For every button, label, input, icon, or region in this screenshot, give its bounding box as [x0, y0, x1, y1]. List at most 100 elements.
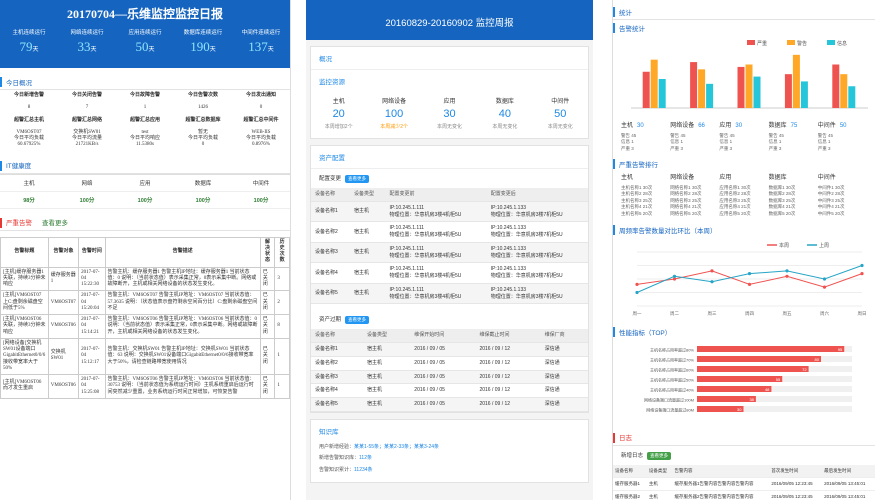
alert-col-header: 解决状态 [259, 236, 276, 268]
rank-column: 网络设备 网络名称1 30次 网络名称2 28次 网络名称3 25次 网络名称4 21次… [670, 174, 719, 217]
table-row[interactable]: 设备名称3 宿主机 2016 / 09 / 05 2016 / 09 / 12 深信通 [311, 370, 588, 385]
today-cell: 1426 [198, 105, 208, 111]
table-cell: 2016 / 09 / 12 [475, 356, 541, 371]
health-header: 网络 [58, 175, 116, 192]
kb-value[interactable]: 11234条 [354, 467, 373, 473]
table-cell: 宿主机 [362, 342, 411, 357]
table-row[interactable]: 设备名称1 宿主机 IP:10.245.1.111 物理位置：华意机房3楼4机柜5U… [311, 201, 588, 223]
today-cell: 超警汇总主机 [13, 117, 44, 123]
uptime-kpis: 主机连续运行 79天 网络连续运行 33天 应用连续运行 50天 数据库连续运行 190天 中间… [0, 28, 290, 55]
resource-count: 30 [443, 108, 456, 120]
table-cell: 缓存服务器1 [613, 477, 647, 491]
today-cell: 7 [85, 105, 89, 111]
alert-col-header: 告警标题 [0, 236, 49, 268]
rank-item[interactable]: 主机名称5 20次 [621, 211, 670, 218]
table-cell: 深信通 [540, 342, 588, 357]
kpi-label: 主机连续运行 [12, 30, 46, 36]
asset-title: 资产配置 [311, 146, 588, 169]
alert-row[interactable]: [网络设备]交换机SW01设备端口GigabitEthernet0/0/6接收带… [0, 337, 290, 376]
table-row[interactable]: 缓存服务器2 主机 缓存服务器2告警内容告警内容告警内容 2016/09/05 12:… [613, 490, 875, 500]
alert-row[interactable]: [主机]VM6OST07上C:盘剩余磁盘空间低于5% VM6OST07 2017-0… [0, 290, 290, 315]
bar [737, 66, 745, 108]
table-row[interactable]: 设备名称3 宿主机 IP:10.245.1.111 物理位置：华意机房3楼4机柜5U… [311, 242, 588, 264]
table-cell: IP:10.245.1.133 物理位置：华意机房3楼7机柜5U [486, 242, 588, 264]
alert-cell: 1 [274, 337, 290, 376]
alert-cell: [主机]VM6OST06失联，持续3分钟未响应 [0, 314, 49, 339]
x-tick-label: 周日 [858, 311, 867, 317]
trend-title: 周频率告警数量对比环比（本周） [613, 222, 875, 238]
bar-summary-grid: 主机 30 警告 45 信息 1 严重 3 网络设备 66 警告 45 信息 1 严重 3 应用 30… [613, 122, 875, 152]
health-grid: 主机 网络 应用 数据库 中间件 98分 100分 100分 100分 100分 [0, 173, 290, 209]
kb-label: 新增告警知识库： [319, 455, 360, 462]
table-cell: 2016/09/05 13:45:01 [822, 477, 875, 491]
alert-row[interactable]: [主机]VM6OST06失联，持续3分钟未响应 VM6OST06 2017-07-0… [0, 314, 290, 339]
alert-cell: 交换机SW01 [47, 337, 80, 376]
alarm-stats-title: 告警统计 [613, 20, 875, 36]
uptime-kpi: 中间件连续运行 137天 [234, 28, 288, 55]
health-section-title: IT健康度 [0, 158, 290, 174]
table-row[interactable]: 设备名称1 宿主机 2016 / 09 / 05 2016 / 09 / 12 深信通 [311, 342, 588, 357]
bar-summary-value: 30 [637, 123, 644, 129]
alert-more-link[interactable]: 查看更多 [42, 217, 68, 227]
table-cell: 设备名称5 [311, 397, 363, 412]
bar [658, 79, 666, 108]
warranty-more-button[interactable]: 查看更多 [345, 316, 370, 325]
alert-row[interactable]: [主机]VM6OST06 而才发生重启 VM6OST06 2017-07-04 15… [0, 374, 290, 399]
table-header-row: 设备名称 设备类型 维保开始时间 维保截止时间 维保厂商 [311, 329, 588, 344]
rank-item[interactable]: 网络名称5 20次 [670, 211, 719, 218]
alert-row[interactable]: [主机]缓存服务器1失联，持续3分钟未响应 缓存服务器1 2017-07-04 15… [0, 266, 290, 292]
table-cell: 深信通 [540, 370, 588, 385]
today-cell: 暂无 今日平均负载 0 [187, 129, 218, 148]
alert-cell: 缓存服务器1 [47, 266, 80, 292]
table-cell: 设备名称2 [311, 356, 363, 371]
alert-cell: 2017-07-04 15:20:04 [78, 290, 106, 315]
logs-more-button[interactable]: 查看更多 [647, 451, 672, 460]
table-cell: IP:10.245.1.133 物理位置：华意机房3楼7机柜5U [486, 201, 588, 223]
weekly-report-panel: 20160829-20160902 监控周报 概况 监控资源 主机 20 本周增加2… [306, 0, 593, 500]
bar [697, 355, 821, 362]
today-cell: 超警汇总应用 [129, 117, 160, 123]
rank-item[interactable]: 中间件5 20次 [818, 211, 867, 218]
bar [697, 345, 845, 352]
warranty-table: 设备名称 设备类型 维保开始时间 维保截止时间 维保厂商 设备名称1 宿主机 2016 / 0… [311, 329, 588, 412]
rank-item[interactable]: 应用名称5 20次 [719, 211, 768, 218]
stats-section-title: 统计 [613, 4, 875, 20]
col-header: 设备类型 [349, 188, 386, 202]
today-cell: VM6OST07 今日平均负载 60.67925% [13, 129, 44, 148]
kpi-unit: 天 [267, 47, 274, 53]
data-point [785, 268, 789, 272]
bar-summary: 数据库 75 警告 45 信息 1 严重 3 [769, 122, 818, 152]
alert-cell: 8 [274, 314, 290, 339]
table-cell: 深信通 [540, 397, 588, 412]
x-tick-label: 周二 [670, 311, 679, 317]
table-row[interactable]: 设备名称5 宿主机 2016 / 09 / 05 2016 / 09 / 12 深信通 [311, 397, 588, 412]
table-row[interactable]: 设备名称2 宿主机 IP:10.245.1.111 物理位置：华意机房3楼4机柜5U… [311, 221, 588, 243]
table-cell: 2016/09/05 13:45:01 [822, 490, 875, 500]
kb-value[interactable]: 某某1-55条；某某2-33条；某某3-24条 [354, 444, 439, 450]
kb-value[interactable]: 112条 [359, 455, 372, 461]
stats-title-text: 统计 [619, 9, 632, 17]
change-more-button[interactable]: 查看更多 [345, 175, 370, 183]
table-row[interactable]: 设备名称5 宿主机 IP:10.245.1.111 物理位置：华意机房3楼4机柜5U… [311, 283, 588, 305]
health-header: 中间件 [232, 175, 290, 192]
table-row[interactable]: 设备名称4 宿主机 IP:10.245.1.111 物理位置：华意机房3楼4机柜5U… [311, 262, 588, 284]
table-cell: 设备名称5 [311, 283, 350, 305]
uptime-kpi: 主机连续运行 79天 [2, 28, 56, 55]
table-row[interactable]: 设备名称4 宿主机 2016 / 09 / 05 2016 / 09 / 12 深信通 [311, 383, 588, 398]
perf-bar-chart: 主机名称占用率超过80% 95 主机名称占用率超过70% 80 主机名称占用率超过60%… [644, 345, 852, 412]
chart-legend: 本周 上周 [767, 242, 829, 249]
table-cell: 2016/09/05 12:23:45 [769, 477, 823, 491]
change-title-text: 配置变更 [319, 176, 342, 182]
resource-name: 应用 [443, 99, 456, 105]
today-cell: 今日新增告警 [13, 93, 44, 98]
table-row[interactable]: 设备名称2 宿主机 2016 / 09 / 05 2016 / 09 / 12 深信通 [311, 356, 588, 371]
kpi-number: 137 [248, 39, 268, 54]
x-tick-label: 周三 [708, 311, 717, 317]
table-cell: 2016 / 09 / 12 [475, 383, 541, 398]
x-tick-label: 周六 [820, 310, 829, 317]
table-row[interactable]: 缓存服务器1 主机 缓存服务器1告警内容告警内容告警内容 2016/09/05 12:… [613, 477, 875, 491]
kpi-label: 应用连续运行 [128, 30, 162, 36]
asset-card: 资产配置 配置变更 查看更多 设备名称 设备类型 配置变更前 配置变更后 设备名称1 宿主机… [310, 145, 589, 413]
y-tick-label: 网络设备端口流量超过80M [646, 406, 694, 412]
rank-item[interactable]: 数据库5 20次 [769, 211, 818, 218]
